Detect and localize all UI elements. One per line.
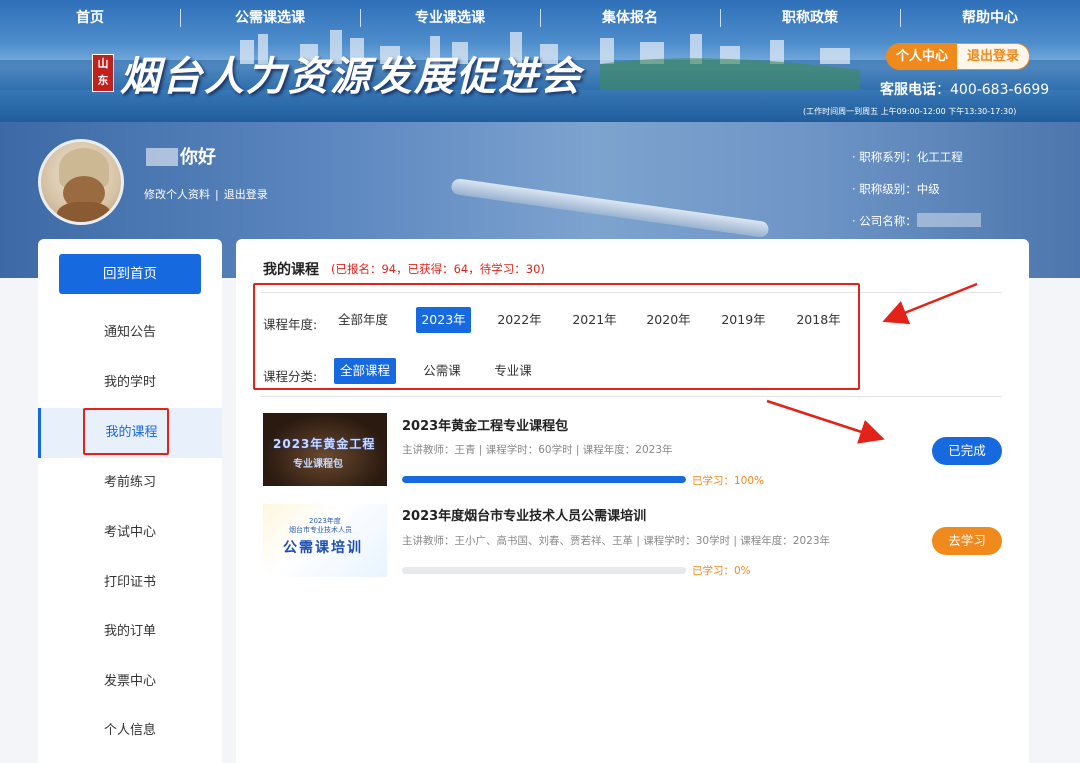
arrow-to-filters: [882, 282, 978, 325]
arrow-to-completed: [766, 399, 885, 444]
annotation-arrows: [766, 282, 978, 444]
